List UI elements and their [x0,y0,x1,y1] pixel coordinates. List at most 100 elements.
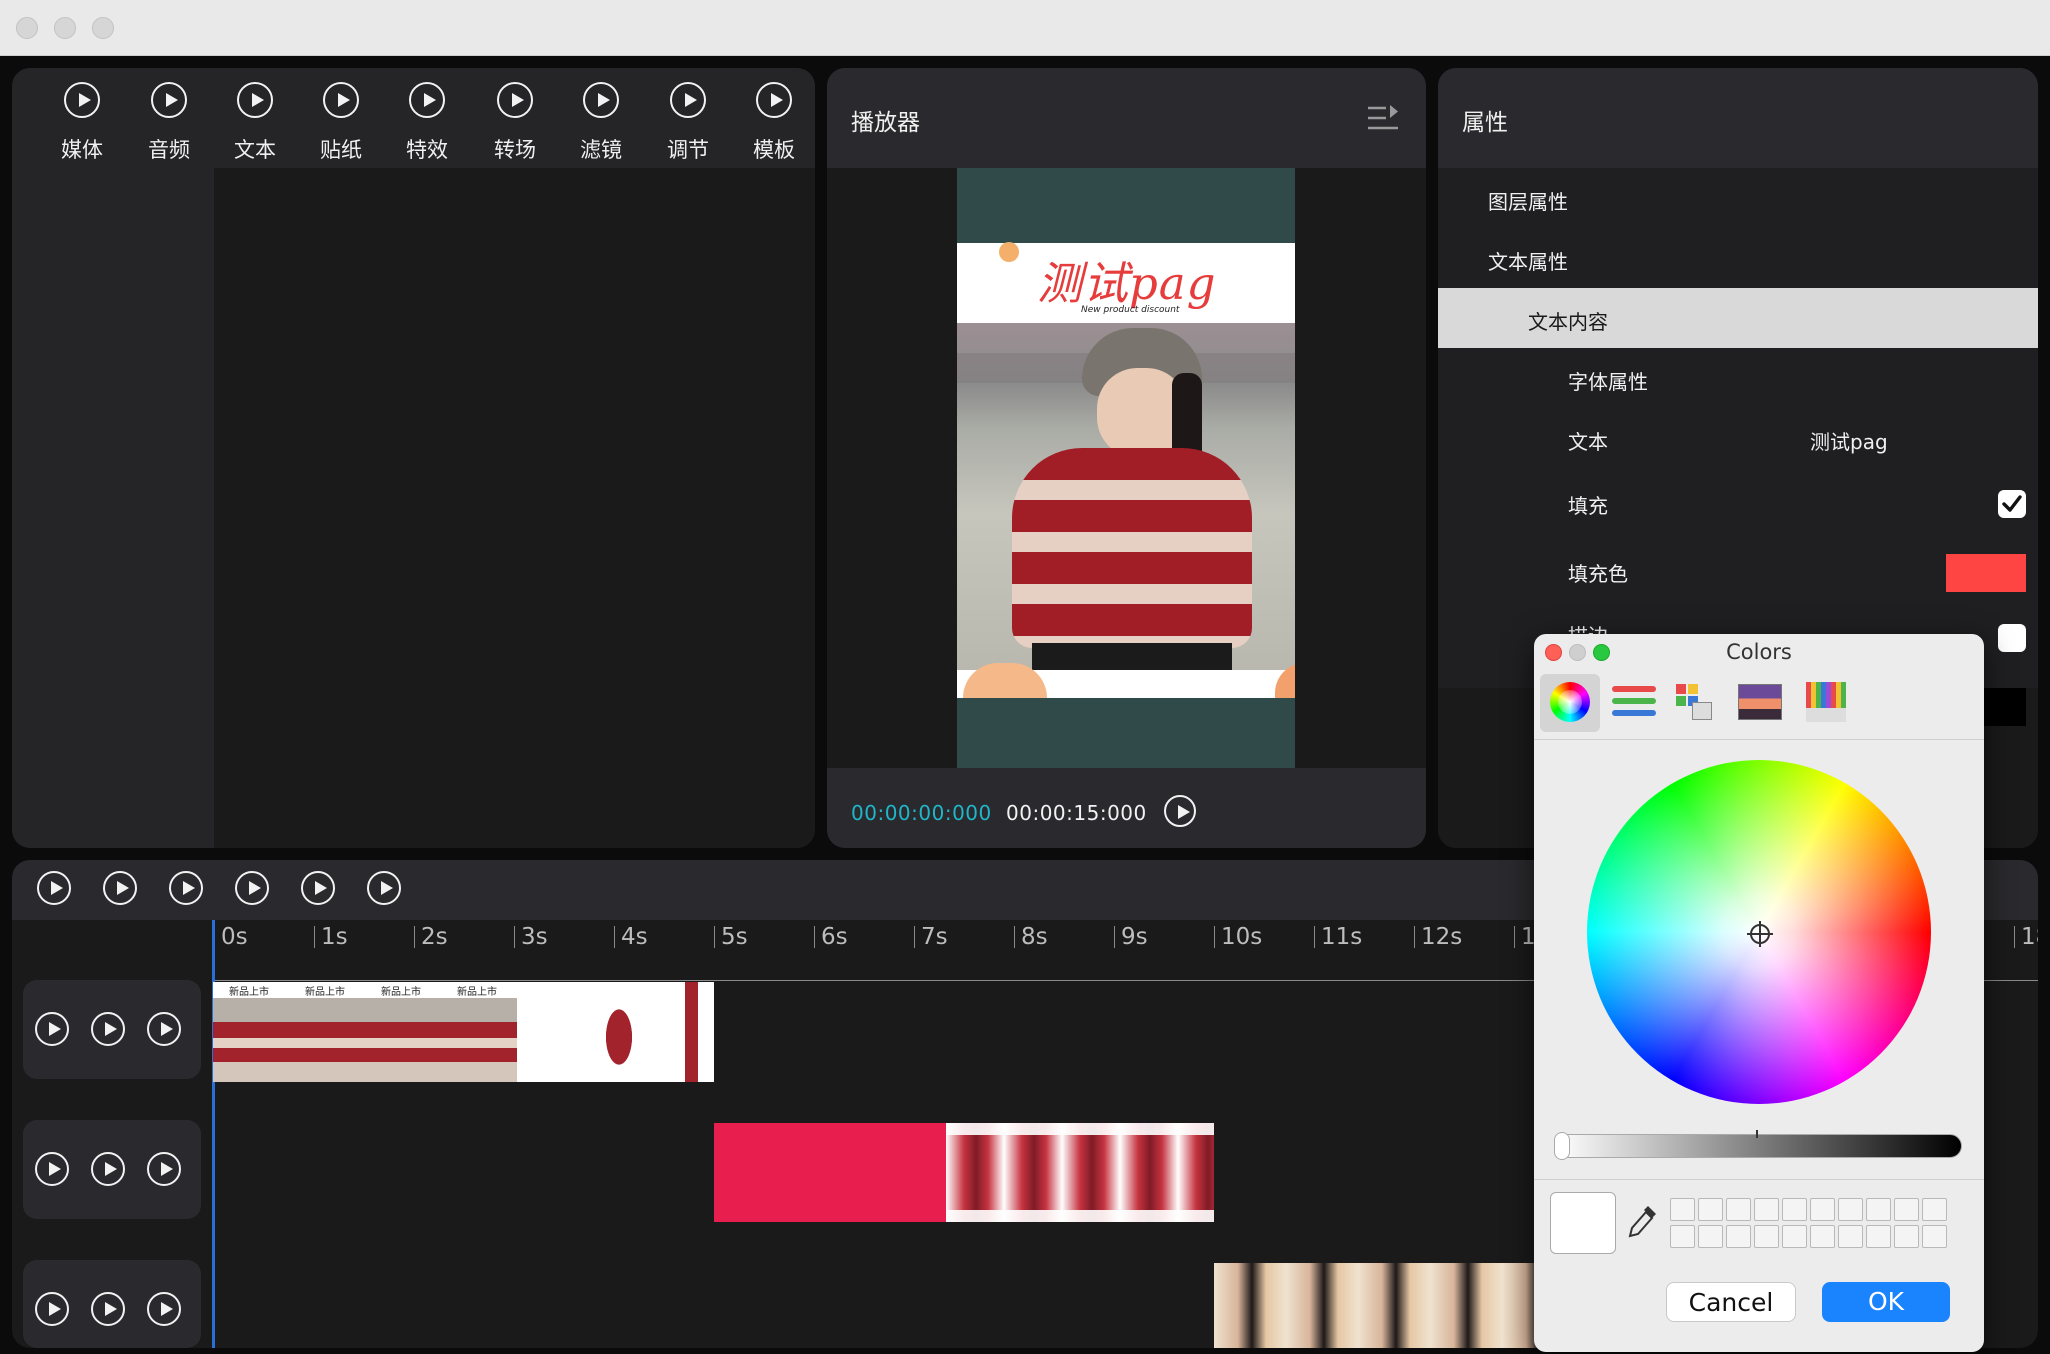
ok-button[interactable]: OK [1822,1282,1950,1322]
color-swatch-slot[interactable] [1670,1198,1695,1221]
toolbar-text[interactable]: 文本 [215,82,295,164]
color-swatch-slot[interactable] [1866,1225,1891,1248]
current-time: 00:00:00:000 [851,801,992,825]
toolbar-media[interactable]: 媒体 [42,82,122,164]
color-swatch-slot[interactable] [1698,1198,1723,1221]
toolbar-effects[interactable]: 特效 [387,82,467,164]
dark-pants [1032,643,1232,670]
timeline-tool-2[interactable] [103,871,137,909]
preview-overlay-subtitle: New product discount [1081,305,1180,315]
timeline-tool-3[interactable] [169,871,203,909]
palettes-tab-icon[interactable] [1674,682,1714,722]
player-play-button[interactable] [1164,795,1196,831]
colors-dialog: Colors Cancel OK [1534,634,1984,1352]
color-swatch-slot[interactable] [1894,1225,1919,1248]
image-palettes-tab-icon[interactable] [1738,684,1782,720]
color-swatch-slot[interactable] [1810,1198,1835,1221]
toolbar-template[interactable]: 模板 [734,82,814,164]
text-label: 文本 [1568,430,1608,454]
color-swatch-slot[interactable] [1782,1225,1807,1248]
timeline-tool-6[interactable] [367,871,401,909]
tick-5s: 5s [714,926,748,949]
close-window-button[interactable] [16,17,38,39]
track2-btn-b-icon[interactable] [91,1152,125,1186]
color-swatch-slot[interactable] [1922,1198,1947,1221]
toolbar-adjust-label: 调节 [667,138,709,162]
effects-play-icon [409,82,445,118]
fill-label: 填充 [1568,494,1608,518]
timeline-tool-3-icon [169,871,203,905]
timeline-tool-5[interactable] [301,871,335,909]
track3-btn-c-icon[interactable] [147,1292,181,1326]
tick-6s: 6s [814,926,848,949]
clip1-caption: 新品上市 [381,987,421,998]
timeline-tool-2-icon [103,871,137,905]
timeline-tool-4[interactable] [235,871,269,909]
track1-btn-a-icon[interactable] [35,1012,69,1046]
tick-2s: 2s [414,926,448,949]
color-swatch-slot[interactable] [1922,1225,1947,1248]
track1-btn-b-icon[interactable] [91,1012,125,1046]
media-category-sidebar [12,168,214,848]
eyedropper-icon[interactable] [1626,1202,1660,1244]
track3-btn-a-icon[interactable] [35,1292,69,1326]
color-swatch-slot[interactable] [1894,1198,1919,1221]
text-content-item[interactable]: 文本内容 [1528,306,1608,335]
video-clip-1[interactable]: 新品上市 新品上市 新品上市 新品上市 [213,982,714,1082]
brightness-slider-knob[interactable] [1554,1132,1570,1160]
color-swatch-slot[interactable] [1838,1198,1863,1221]
toolbar-text-label: 文本 [234,138,276,162]
player-play-icon [1164,795,1196,827]
track2-btn-c-icon[interactable] [147,1152,181,1186]
video-preview[interactable]: 测试pag New product discount [957,168,1295,768]
clip1-sweater-frame [593,982,645,1082]
minimize-window-button[interactable] [54,17,76,39]
color-swatch-slot[interactable] [1754,1225,1779,1248]
color-swatch-slot[interactable] [1810,1225,1835,1248]
fill-color-swatch[interactable] [1946,554,2026,592]
timeline-tool-5-icon [301,871,335,905]
tick-18s: 18s [2014,926,2038,948]
orange-dot-decoration [999,242,1019,262]
checkmark-icon [2002,495,2022,512]
zoom-window-button[interactable] [92,17,114,39]
stroke-checkbox[interactable] [1998,624,2026,652]
color-swatch-slot[interactable] [1782,1198,1807,1221]
timeline-tool-1[interactable] [37,871,71,909]
color-picker-crosshair-icon[interactable] [1746,920,1774,952]
current-color-well[interactable] [1550,1192,1616,1254]
layer-props-item[interactable]: 图层属性 [1488,186,1568,215]
text-props-item[interactable]: 文本属性 [1488,246,1568,275]
video-clip-3[interactable] [1214,1263,1538,1348]
filter-play-icon [583,82,619,118]
playlist-icon[interactable] [1366,104,1400,138]
color-swatch-slot[interactable] [1726,1225,1751,1248]
toolbar-filter[interactable]: 滤镜 [561,82,641,164]
video-clip-2[interactable] [714,1123,1214,1222]
color-swatch-slot[interactable] [1866,1198,1891,1221]
sliders-tab-icon[interactable] [1612,684,1656,720]
text-play-icon [237,82,273,118]
color-swatch-slot[interactable] [1698,1225,1723,1248]
toolbar-transition[interactable]: 转场 [475,82,555,164]
brightness-slider[interactable] [1556,1134,1962,1158]
tick-12s: 12s [1414,926,1462,949]
fill-checkbox[interactable] [1998,490,2026,518]
cancel-button[interactable]: Cancel [1666,1282,1796,1322]
color-swatch-slot[interactable] [1726,1198,1751,1221]
text-value[interactable]: 测试pag [1810,426,1888,455]
font-props-item[interactable]: 字体属性 [1568,366,1648,395]
clip1-caption: 新品上市 [305,987,345,998]
toolbar-audio[interactable]: 音频 [129,82,209,164]
tick-7s: 7s [914,926,948,949]
color-swatch-slot[interactable] [1670,1225,1695,1248]
track1-btn-c-icon[interactable] [147,1012,181,1046]
toolbar-sticker[interactable]: 贴纸 [301,82,381,164]
tick-0s: 0s [221,924,248,950]
toolbar-adjust[interactable]: 调节 [648,82,728,164]
color-swatch-slot[interactable] [1754,1198,1779,1221]
color-swatch-slot[interactable] [1838,1225,1863,1248]
track2-btn-a-icon[interactable] [35,1152,69,1186]
pencils-tab-icon[interactable] [1806,682,1846,722]
track3-btn-b-icon[interactable] [91,1292,125,1326]
